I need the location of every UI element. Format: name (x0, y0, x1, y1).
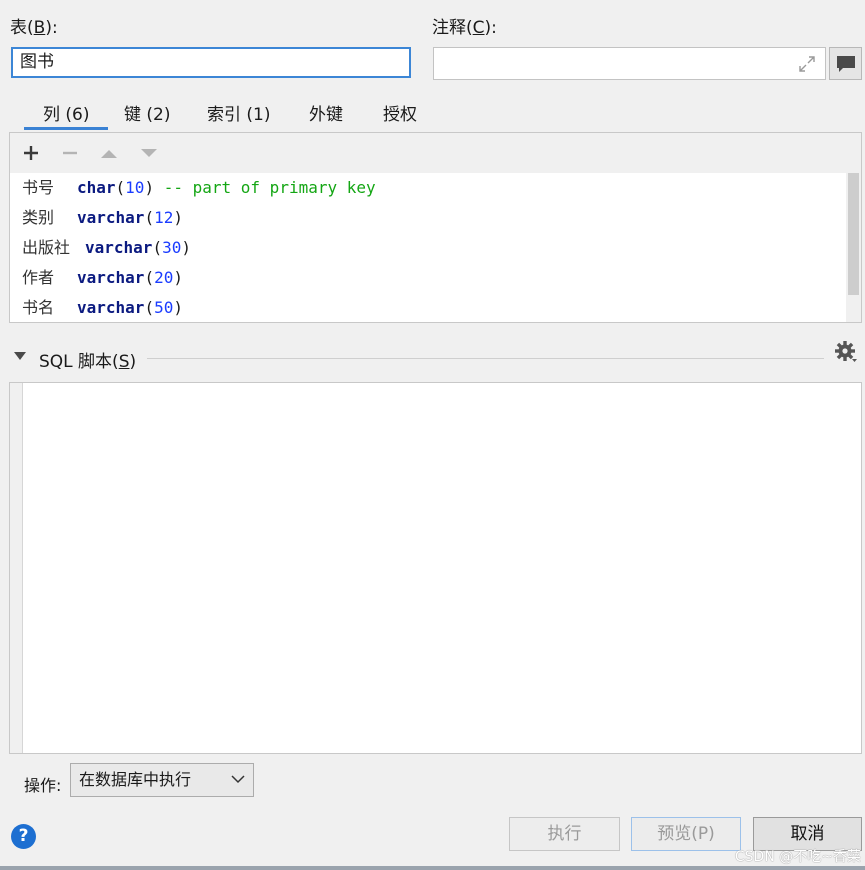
column-row[interactable]: 出版社 varchar(30) (10, 233, 846, 263)
minus-icon[interactable] (60, 143, 80, 163)
column-row[interactable]: 书号 char(10) -- part of primary key (10, 173, 846, 203)
scrollbar-thumb[interactable] (848, 173, 859, 295)
question-icon: ? (18, 826, 29, 846)
column-row[interactable]: 书名 varchar(50) (10, 293, 846, 323)
column-type: char(10) -- part of primary key (77, 178, 376, 197)
column-type: varchar(20) (77, 268, 183, 287)
column-row[interactable]: 类别 varchar(12) (10, 203, 846, 233)
operation-select[interactable]: 在数据库中执行 (70, 763, 254, 797)
editor-gutter (10, 383, 23, 753)
preview-button[interactable]: 预览(P) (631, 817, 741, 851)
sql-editor[interactable] (9, 382, 862, 754)
column-name: 作者 (22, 268, 55, 287)
operation-selected-value: 在数据库中执行 (79, 770, 192, 789)
column-name: 类别 (22, 208, 55, 227)
window-bottom-edge (0, 866, 865, 870)
column-name: 书号 (22, 178, 55, 197)
execute-button[interactable]: 执行 (509, 817, 620, 851)
arrow-down-icon[interactable] (139, 143, 159, 163)
active-tab-indicator (24, 127, 108, 130)
sql-script-label[interactable]: SQL 脚本(S) (39, 347, 136, 372)
column-type: varchar(12) (77, 208, 183, 227)
column-comment: -- part of primary key (163, 178, 376, 197)
comment-input[interactable] (433, 47, 826, 80)
tab-indexes[interactable]: 索引 (1) (207, 100, 270, 125)
table-label: 表(B): (10, 18, 58, 38)
table-name-input[interactable]: 图书 (11, 47, 411, 78)
columns-panel: 书号 char(10) -- part of primary key 类别 va… (9, 132, 862, 323)
speech-bubble-icon (837, 56, 855, 72)
watermark: CSDN @不吃~香菜 (734, 849, 861, 865)
help-button[interactable]: ? (11, 824, 36, 849)
columns-scrollbar[interactable] (846, 173, 861, 322)
column-row[interactable]: 作者 varchar(20) (10, 263, 846, 293)
column-name: 出版社 (22, 238, 71, 257)
columns-toolbar (10, 133, 861, 173)
column-name: 书名 (22, 298, 55, 317)
tab-keys[interactable]: 键 (2) (124, 100, 170, 125)
tab-grants[interactable]: 授权 (383, 100, 417, 125)
comment-edit-button[interactable] (829, 47, 862, 80)
plus-icon[interactable] (21, 143, 41, 163)
sql-divider (147, 358, 824, 359)
expand-icon[interactable] (797, 54, 817, 74)
arrow-up-icon[interactable] (99, 143, 119, 163)
comment-label: 注释(C): (432, 18, 497, 38)
operation-label: 操作: (24, 776, 62, 795)
chevron-down-icon (231, 775, 245, 784)
gear-icon[interactable] (834, 340, 858, 364)
triangle-down-icon[interactable] (13, 351, 27, 361)
tab-columns[interactable]: 列 (6) (43, 100, 89, 125)
column-type: varchar(50) (77, 298, 183, 317)
tab-foreign-keys[interactable]: 外键 (309, 100, 343, 125)
column-type: varchar(30) (85, 238, 191, 257)
